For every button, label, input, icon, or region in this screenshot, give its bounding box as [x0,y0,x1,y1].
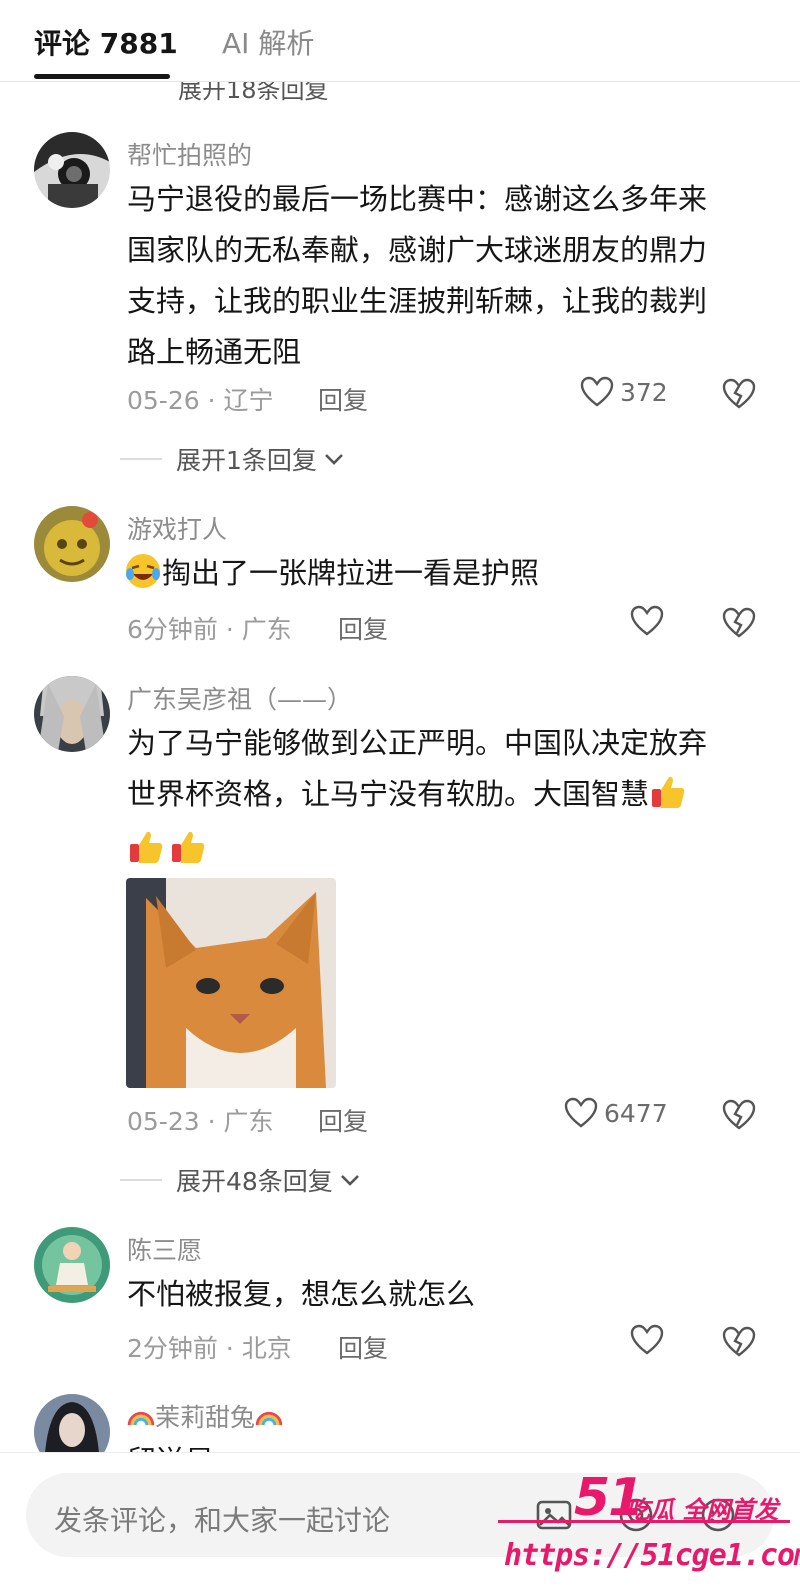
dislike-button[interactable] [722,378,756,414]
avatar[interactable] [34,1227,110,1303]
comment-line: 国家队的无私奉献，感谢广大球迷朋友的鼎力 [127,233,708,267]
image-icon[interactable] [534,1495,574,1539]
divider [120,1179,162,1181]
divider [120,458,162,460]
username-text: 茉莉甜兔 [155,1403,256,1432]
username[interactable]: 陈三愿 [127,1231,202,1267]
like-count: 6477 [604,1098,668,1128]
thumbs-up-emoji-icon [172,831,205,863]
comment-tabs: 评论 7881 AI 解析 [0,0,800,82]
username[interactable]: 游戏打人 [127,510,227,546]
watermark-url: https://51cge1.com [504,1538,800,1573]
comment-meta: 05-26 · 辽宁 [127,386,274,415]
comment-line: 为了马宁能够做到公正严明。中国队决定放弃 [127,726,708,760]
tab-comments[interactable]: 评论 7881 [34,22,178,62]
broken-heart-icon [722,1099,756,1130]
comment-line: 支持，让我的职业生涯披荆斩棘，让我的裁判 [127,284,708,318]
like-button[interactable]: 372 [580,376,668,408]
expand-replies[interactable]: 展开48条回复 [120,1162,363,1198]
avatar[interactable] [34,676,110,752]
like-count: 372 [620,377,668,407]
broken-heart-icon [722,607,756,638]
reply-button[interactable]: 回复 [338,610,388,646]
reply-button[interactable]: 回复 [318,1102,368,1138]
avatar[interactable] [34,132,110,208]
comment-meta: 2分钟前 · 北京 [127,1334,292,1363]
rainbow-emoji-icon [127,1411,155,1426]
comment-input-placeholder: 发条评论，和大家一起讨论 [54,1504,391,1537]
expand-replies-label: 展开1条回复 [176,446,317,475]
rainbow-emoji-icon [255,1411,283,1426]
thumbs-up-emoji-icon [652,776,685,808]
comment-meta: 05-23 · 广东 [127,1107,274,1136]
heart-icon [580,376,614,407]
username[interactable]: 茉莉甜兔 [127,1398,283,1434]
dislike-button[interactable] [722,1326,756,1362]
comment-text: 马宁退役的最后一场比赛中：感谢这么多年来 国家队的无私奉献，感谢广大球迷朋友的鼎… [127,174,767,378]
heart-icon [630,1324,664,1355]
comment-text: 为了马宁能够做到公正严明。中国队决定放弃 世界杯资格，让马宁没有软肋。大国智慧 [127,718,767,875]
expand-replies-label: 展开48条回复 [176,1167,333,1196]
avatar[interactable] [34,506,110,582]
watermark-underline [498,1520,790,1523]
heart-icon [630,605,664,636]
username[interactable]: 广东吴彦祖（——） [127,680,352,716]
username[interactable]: 帮忙拍照的 [127,136,252,172]
comment-line: 路上畅通无阻 [127,335,302,369]
thumbs-up-emoji-icon [130,831,163,863]
comment-line: 马宁退役的最后一场比赛中：感谢这么多年来 [127,182,708,216]
broken-heart-icon [722,1326,756,1357]
reply-button[interactable]: 回复 [338,1329,388,1365]
tab-ai-analysis[interactable]: AI 解析 [222,22,314,62]
comment-line: 掏出了一张牌拉进一看是护照 [162,556,540,590]
reply-button[interactable]: 回复 [318,381,368,417]
heart-icon [564,1097,598,1128]
comment-line: 不怕被报复，想怎么就怎么 [127,1277,476,1311]
chevron-down-icon [324,454,343,465]
chevron-down-icon [340,1175,359,1186]
broken-heart-icon [722,378,756,409]
like-button[interactable] [630,605,670,637]
comment-text: 掏出了一张牌拉进一看是护照 [124,548,764,599]
comment-meta: 6分钟前 · 广东 [127,615,292,644]
expand-replies[interactable]: 展开1条回复 [120,441,347,477]
comment-text: 不怕被报复，想怎么就怎么 [127,1269,767,1320]
like-button[interactable]: 6477 [564,1097,668,1129]
dislike-button[interactable] [722,1099,756,1135]
comment-line: 世界杯资格，让马宁没有软肋。大国智慧 [127,777,650,811]
like-button[interactable] [630,1324,670,1356]
laughing-crying-emoji-icon [126,554,160,588]
comment-image-cat[interactable] [126,878,336,1088]
dislike-button[interactable] [722,607,756,643]
active-tab-indicator [34,74,170,79]
